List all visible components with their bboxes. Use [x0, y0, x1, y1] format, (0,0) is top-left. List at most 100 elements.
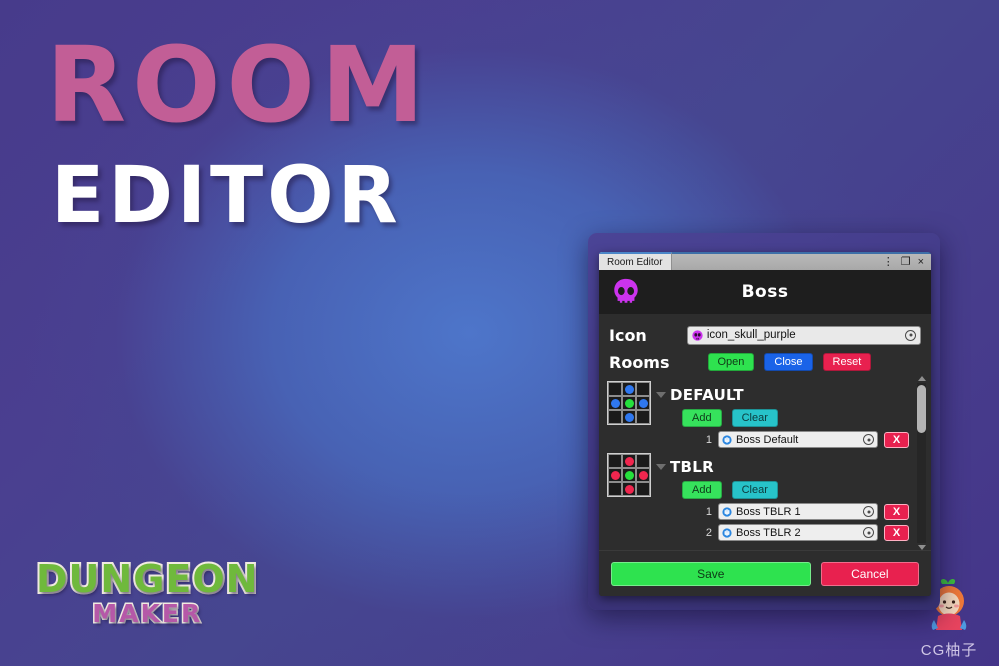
remove-item-button[interactable]: X: [884, 524, 909, 541]
grid-cell: [622, 454, 636, 468]
promo-title-room: ROOM: [46, 24, 431, 146]
object-picker-icon[interactable]: [863, 434, 874, 445]
prefab-cube-icon: [722, 506, 732, 517]
save-button[interactable]: Save: [611, 561, 811, 586]
grid-cell: [608, 382, 622, 396]
room-grid-thumbnail[interactable]: [607, 453, 651, 497]
list-item-value: Boss TBLR 1: [736, 505, 801, 518]
add-button[interactable]: Add: [682, 409, 722, 427]
logo-word-dungeon: DUNGEON: [34, 555, 259, 603]
close-button[interactable]: Close: [764, 353, 813, 371]
list-item-value: Boss Default: [736, 433, 799, 446]
rooms-actions: Open Close Reset: [707, 353, 872, 371]
grid-cell: [608, 468, 622, 482]
grid-dot: [624, 456, 634, 466]
list-item-index: 1: [705, 433, 712, 446]
dialog-body: Icon icon_skull_purple Rooms Open Close …: [599, 314, 931, 596]
close-icon[interactable]: ×: [918, 256, 924, 268]
dialog-footer: Save Cancel: [599, 550, 931, 596]
list-item-index: 1: [705, 505, 712, 518]
list-item: 1 Boss Default X: [670, 431, 909, 448]
grid-cell: [622, 382, 636, 396]
reset-button[interactable]: Reset: [822, 353, 872, 371]
open-button[interactable]: Open: [707, 353, 755, 371]
chevron-down-icon[interactable]: [656, 392, 666, 398]
room-group-actions: Add Clear: [682, 409, 909, 427]
room-editor-window: Room Editor ⋮ ❐ × Boss Icon icon_skull_p…: [599, 252, 931, 596]
list-item-input[interactable]: Boss TBLR 2: [718, 524, 878, 541]
icon-input[interactable]: icon_skull_purple: [686, 325, 921, 345]
list-item-value: Boss TBLR 2: [736, 526, 801, 539]
prefab-cube-icon: [722, 527, 732, 538]
grid-cell: [622, 396, 636, 410]
grid-cell: [608, 410, 622, 424]
scroll-up-arrow-icon[interactable]: [917, 376, 926, 381]
rooms-label: Rooms: [609, 352, 670, 372]
object-picker-icon[interactable]: [905, 329, 916, 341]
promo-title-block: ROOM EDITOR: [46, 33, 430, 235]
vertical-scrollbar[interactable]: [916, 376, 927, 550]
grid-dot-center: [624, 470, 634, 480]
room-group-actions: Add Clear: [682, 481, 909, 499]
logo-word-maker: MAKER: [91, 598, 203, 630]
grid-dot: [624, 384, 634, 394]
object-picker-icon[interactable]: [863, 527, 874, 538]
grid-cell: [622, 482, 636, 496]
kebab-menu-icon[interactable]: ⋮: [883, 256, 894, 268]
list-item: 1 Boss TBLR 1 X: [670, 503, 909, 520]
window-tab-room-editor[interactable]: Room Editor: [599, 252, 672, 270]
rooms-row: Rooms Open Close Reset: [599, 348, 931, 372]
clear-button[interactable]: Clear: [731, 481, 778, 499]
dialog-title: Boss: [741, 282, 789, 302]
scrollbar-track[interactable]: [917, 383, 926, 543]
window-controls: ⋮ ❐ ×: [883, 254, 931, 270]
titlebar-spacer: [672, 254, 883, 270]
chevron-down-icon[interactable]: [656, 464, 666, 470]
dialog-header: Boss: [599, 270, 931, 314]
list-item-index: 2: [705, 526, 712, 539]
room-group-name: DEFAULT: [670, 386, 744, 404]
list-item-input[interactable]: Boss Default: [718, 431, 878, 448]
room-grid-thumbnail[interactable]: [607, 381, 651, 425]
grid-cell: [622, 468, 636, 482]
grid-dot: [610, 470, 620, 480]
grid-dot: [638, 470, 648, 480]
watermark-text: CG柚子: [920, 642, 978, 659]
clear-button[interactable]: Clear: [731, 409, 778, 427]
room-group-default: DEFAULT Add Clear 1 Boss Default X: [607, 378, 909, 448]
rooms-list: DEFAULT Add Clear 1 Boss Default X TBLR …: [599, 378, 931, 541]
add-button[interactable]: Add: [682, 481, 722, 499]
promo-title-editor: EDITOR: [51, 151, 402, 241]
object-picker-icon[interactable]: [863, 506, 874, 517]
room-group-content: DEFAULT Add Clear 1 Boss Default X: [670, 378, 909, 448]
dungeon-maker-logo: DUNGEON MAKER: [34, 555, 259, 630]
mini-skull-icon: [692, 329, 703, 341]
room-group-name: TBLR: [670, 458, 714, 476]
grid-cell: [608, 482, 622, 496]
list-item-input[interactable]: Boss TBLR 1: [718, 503, 878, 520]
grid-cell: [622, 410, 636, 424]
scrollbar-thumb[interactable]: [917, 385, 926, 433]
grid-dot: [638, 398, 648, 408]
grid-cell: [636, 482, 650, 496]
grid-cell: [636, 468, 650, 482]
list-item: 2 Boss TBLR 2 X: [670, 524, 909, 541]
grid-dot: [610, 398, 620, 408]
grid-cell: [636, 382, 650, 396]
rooms-scroll-area[interactable]: DEFAULT Add Clear 1 Boss Default X TBLR …: [599, 376, 931, 550]
grid-cell: [608, 454, 622, 468]
icon-label: Icon: [609, 325, 647, 345]
window-titlebar[interactable]: Room Editor ⋮ ❐ ×: [599, 252, 931, 270]
remove-item-button[interactable]: X: [884, 503, 909, 520]
grid-dot-center: [624, 398, 634, 408]
maximize-icon[interactable]: ❐: [901, 256, 911, 268]
grid-cell: [636, 396, 650, 410]
window-tab-label: Room Editor: [607, 256, 663, 268]
cancel-button[interactable]: Cancel: [820, 561, 919, 586]
grid-dot: [624, 412, 634, 422]
room-group-content: TBLR Add Clear 1 Boss TBLR 1 X 2 Boss TB…: [670, 450, 909, 541]
icon-row: Icon icon_skull_purple: [599, 322, 931, 348]
grid-cell: [636, 410, 650, 424]
grid-dot: [624, 484, 634, 494]
remove-item-button[interactable]: X: [884, 431, 909, 448]
